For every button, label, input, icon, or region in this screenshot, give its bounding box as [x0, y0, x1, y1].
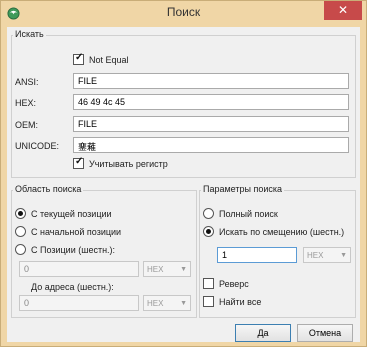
close-button[interactable]: ✕	[324, 1, 362, 20]
cancel-button[interactable]: Отмена	[297, 324, 353, 342]
search-params-title: Параметры поиска	[201, 184, 285, 194]
ansi-label: ANSI:	[15, 77, 39, 87]
offset-input[interactable]: 1	[217, 247, 297, 263]
oem-input[interactable]: FILE	[73, 116, 349, 132]
not-equal-label: Not Equal	[89, 55, 129, 65]
dialog-body: Искать Not Equal ANSI: FILE HEX: 46 49 4…	[7, 27, 360, 342]
case-sensitive-label: Учитывать регистр	[89, 159, 168, 169]
search-by-offset-label: Искать по смещению (шестн.)	[219, 227, 345, 237]
not-equal-checkbox[interactable]	[73, 52, 84, 65]
chevron-down-icon: ▼	[180, 300, 187, 307]
offset-unit-select[interactable]: HEX ▼	[303, 247, 351, 263]
from-start-label: С начальной позиции	[31, 227, 122, 237]
from-unit-value: HEX	[147, 265, 164, 274]
hex-label: HEX:	[15, 98, 37, 108]
search-group-title: Искать	[13, 29, 46, 39]
ansi-input[interactable]: FILE	[73, 73, 349, 89]
chevron-down-icon: ▼	[180, 266, 187, 273]
to-address-input[interactable]: 0	[19, 295, 139, 311]
radio-search-by-offset[interactable]	[203, 226, 214, 237]
hex-input[interactable]: 46 49 4c 45	[73, 94, 349, 110]
from-position-label: С Позиции (шестн.):	[31, 245, 116, 255]
radio-from-current[interactable]	[15, 208, 26, 219]
unicode-label: UNICODE:	[15, 141, 60, 151]
to-unit-value: HEX	[147, 299, 164, 308]
from-position-unit-select[interactable]: HEX ▼	[143, 261, 191, 277]
oem-label: OEM:	[15, 120, 39, 130]
unicode-input[interactable]: 䥆䕌	[73, 137, 349, 153]
full-search-label: Полный поиск	[219, 209, 278, 219]
offset-unit-value: HEX	[307, 251, 324, 260]
ok-button[interactable]: Да	[235, 324, 291, 342]
case-sensitive-checkbox[interactable]	[73, 156, 84, 169]
find-all-label: Найти все	[219, 297, 262, 307]
chevron-down-icon: ▼	[340, 252, 347, 259]
radio-from-position[interactable]	[15, 244, 26, 255]
from-current-label: С текущей позиции	[31, 209, 112, 219]
title-bar[interactable]: Поиск ✕	[1, 1, 366, 27]
to-address-unit-select[interactable]: HEX ▼	[143, 295, 191, 311]
window-title: Поиск	[166, 5, 201, 19]
from-position-input[interactable]: 0	[19, 261, 139, 277]
radio-from-start[interactable]	[15, 226, 26, 237]
search-area-title: Область поиска	[13, 184, 84, 194]
search-dialog: Поиск ✕ Искать Not Equal ANSI: FILE HEX:…	[0, 0, 367, 347]
to-address-label: До адреса (шестн.):	[31, 282, 114, 292]
find-all-checkbox[interactable]	[203, 296, 214, 307]
radio-full-search[interactable]	[203, 208, 214, 219]
reverse-label: Реверс	[219, 279, 249, 289]
reverse-checkbox[interactable]	[203, 278, 214, 289]
